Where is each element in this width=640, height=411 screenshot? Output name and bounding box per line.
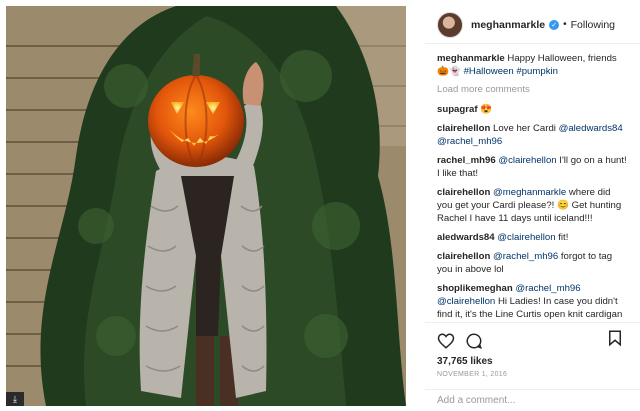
- post-actions: [425, 322, 640, 352]
- caption-emoji: 🎃👻: [437, 66, 461, 77]
- caption-text: Happy Halloween, friends: [507, 53, 617, 64]
- avatar[interactable]: [437, 11, 463, 38]
- caption-hashtags[interactable]: #Halloween #pumpkin: [464, 66, 558, 77]
- post-photo[interactable]: ⤓: [6, 6, 406, 406]
- load-more-comments-link[interactable]: Load more comments: [437, 84, 628, 95]
- post-date: NOVEMBER 1, 2016: [437, 371, 508, 378]
- comment-item: clairehellon Love her Cardi @aledwards84…: [437, 122, 628, 148]
- comment-text: Love her Cardi: [493, 123, 559, 134]
- comment-mention[interactable]: @rachel_mh96: [493, 251, 558, 262]
- comment-username[interactable]: aledwards84: [437, 232, 495, 243]
- comment-username[interactable]: clairehellon: [437, 123, 490, 134]
- separator-dot: •: [563, 19, 567, 30]
- header-username[interactable]: meghanmarkle: [471, 19, 545, 31]
- comment-mention[interactable]: @clairehellon: [498, 155, 556, 166]
- comment-username[interactable]: supagraf: [437, 104, 478, 115]
- comment-mention[interactable]: @clairehellon: [497, 232, 555, 243]
- caption: meghanmarkle Happy Halloween, friends 🎃👻…: [437, 52, 628, 78]
- comment-text: 😍: [480, 104, 493, 115]
- heart-icon[interactable]: [437, 332, 455, 350]
- comment-item: clairehellon @meghanmarkle where did you…: [437, 186, 628, 225]
- post-header: meghanmarkle ✓ • Following: [425, 6, 640, 44]
- comment-mention[interactable]: @meghanmarkle: [493, 187, 566, 198]
- caption-username[interactable]: meghanmarkle: [437, 53, 505, 64]
- bookmark-icon[interactable]: [606, 329, 624, 347]
- following-button[interactable]: Following: [571, 19, 615, 31]
- comment-username[interactable]: clairehellon: [437, 187, 490, 198]
- comment-icon[interactable]: [465, 332, 483, 350]
- add-comment-input[interactable]: Add a comment...: [425, 389, 640, 411]
- comment-item: rachel_mh96 @clairehellon I'll go on a h…: [437, 154, 628, 180]
- comments-list: meghanmarkle Happy Halloween, friends 🎃👻…: [425, 44, 640, 322]
- post-side-panel: meghanmarkle ✓ • Following meghanmarkle …: [425, 6, 640, 411]
- comment-username[interactable]: clairehellon: [437, 251, 490, 262]
- verified-badge-icon: ✓: [549, 19, 560, 30]
- comment-username[interactable]: shoplikemeghan: [437, 283, 513, 294]
- comment-item: supagraf 😍: [437, 103, 628, 116]
- comment-username[interactable]: rachel_mh96: [437, 155, 496, 166]
- comment-item: clairehellon @rachel_mh96 forgot to tag …: [437, 250, 628, 276]
- comment-item: aledwards84 @clairehellon fit!: [437, 231, 628, 244]
- likes-count[interactable]: 37,765 likes: [425, 352, 640, 367]
- comment-text: fit!: [555, 232, 569, 243]
- halloween-photo-illustration: [6, 6, 406, 406]
- download-icon[interactable]: ⤓: [6, 392, 24, 406]
- comment-item: shoplikemeghan @rachel_mh96 @clairehello…: [437, 282, 628, 321]
